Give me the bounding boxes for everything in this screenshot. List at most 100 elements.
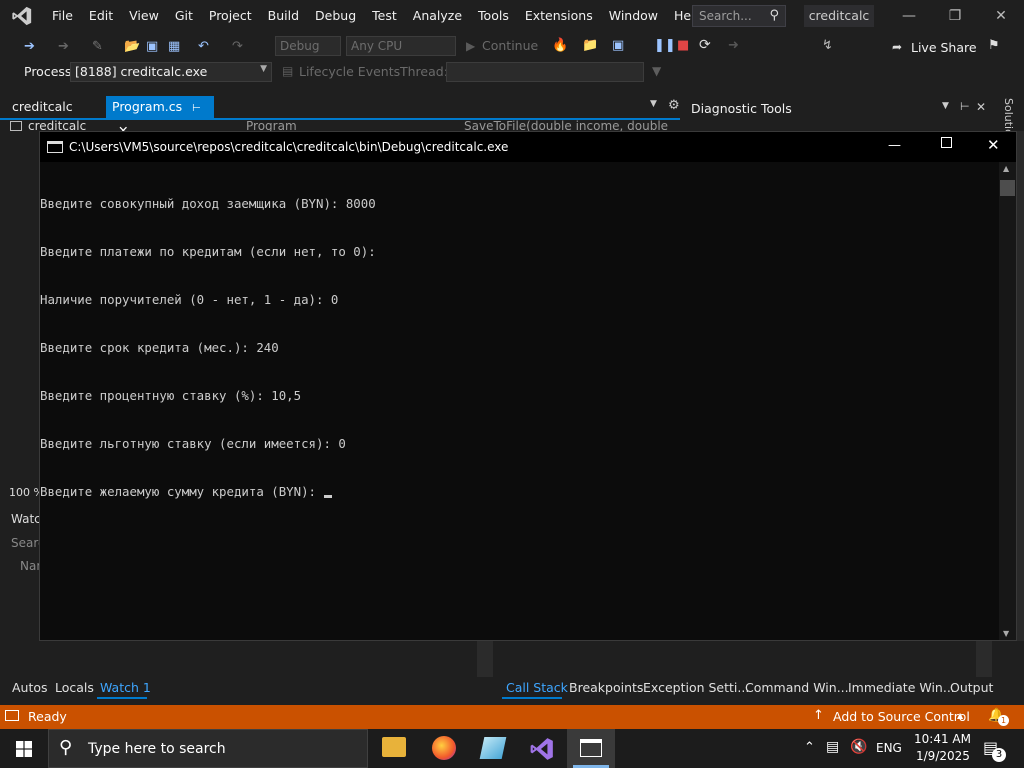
visual-studio-taskbar-icon[interactable] bbox=[529, 736, 555, 762]
pane-menu-icon[interactable]: ▼ bbox=[942, 101, 949, 111]
tab-call-stack[interactable]: Call Stack bbox=[506, 679, 568, 697]
chevron-up-icon[interactable]: ▲ bbox=[957, 711, 963, 720]
watch-search-input[interactable]: Search bbox=[11, 536, 39, 550]
tab-program-cs[interactable]: Program.cs ⊢ ✕ bbox=[106, 96, 214, 138]
browse-icon[interactable]: 📁 bbox=[582, 38, 598, 53]
live-share-button[interactable]: Live Share bbox=[911, 40, 977, 55]
notepad-app-icon[interactable] bbox=[479, 737, 507, 759]
save-all-icon[interactable]: ▦ bbox=[168, 38, 180, 56]
tab-creditcalc[interactable]: creditcalc bbox=[6, 96, 79, 118]
network-icon[interactable]: ▤ bbox=[826, 739, 839, 755]
menu-extensions[interactable]: Extensions bbox=[517, 0, 601, 32]
tray-overflow-icon[interactable]: ⌃ bbox=[804, 740, 815, 755]
pane-close-icon[interactable]: ✕ bbox=[976, 100, 986, 114]
volume-muted-icon[interactable]: 🔇 bbox=[850, 739, 867, 755]
restore-icon[interactable]: ❐ bbox=[932, 0, 978, 32]
close-icon[interactable]: ✕ bbox=[978, 0, 1024, 32]
restart-icon[interactable]: ⟳ bbox=[699, 37, 711, 53]
nav-project-dropdown[interactable]: creditcalc bbox=[28, 119, 86, 131]
console-line: Введите срок кредита (мес.): 240 bbox=[40, 340, 279, 355]
tab-output[interactable]: Output bbox=[950, 679, 993, 697]
comment-icon[interactable]: ↯ bbox=[822, 38, 833, 53]
console-maximize-icon[interactable] bbox=[941, 137, 952, 148]
lifecycle-events-button[interactable]: Lifecycle Events bbox=[299, 64, 400, 79]
settings-gear-icon[interactable]: ⚙ bbox=[668, 98, 680, 113]
menu-file[interactable]: File bbox=[44, 0, 81, 32]
continue-icon[interactable]: ▶ bbox=[466, 39, 475, 53]
add-to-source-control-button[interactable]: Add to Source Control bbox=[833, 709, 970, 724]
new-project-icon[interactable]: ✎ bbox=[92, 38, 103, 56]
clock-date[interactable]: 1/9/2025 bbox=[916, 749, 970, 763]
back-icon[interactable]: ➔ bbox=[24, 38, 35, 56]
pane-pin-icon[interactable]: ⊢ bbox=[960, 100, 970, 113]
minimize-icon[interactable]: — bbox=[886, 0, 932, 32]
solution-explorer-side-tab[interactable]: Solution bbox=[998, 96, 1024, 132]
menu-test[interactable]: Test bbox=[364, 0, 405, 32]
menu-window[interactable]: Window bbox=[601, 0, 666, 32]
app-window-icon[interactable]: ▣ bbox=[612, 38, 624, 53]
platform-select[interactable]: Any CPU bbox=[346, 36, 456, 56]
console-title-bar[interactable]: C:\Users\VM5\source\repos\creditcalc\cre… bbox=[40, 132, 1016, 162]
menu-build[interactable]: Build bbox=[260, 0, 307, 32]
scroll-down-icon[interactable]: ▼ bbox=[1003, 629, 1009, 638]
tab-list-icon[interactable]: ▼ bbox=[650, 99, 657, 109]
menu-git[interactable]: Git bbox=[167, 0, 201, 32]
configuration-value: Debug bbox=[280, 39, 320, 53]
visual-studio-logo-icon[interactable] bbox=[0, 0, 44, 32]
forward-icon[interactable]: ➔ bbox=[58, 38, 69, 56]
callstack-scrollbar[interactable] bbox=[976, 641, 992, 677]
nav-class-dropdown[interactable]: Program bbox=[246, 119, 297, 131]
process-select[interactable]: [8188] creditcalc.exe ▼ bbox=[70, 62, 272, 82]
console-line: Введите льготную ставку (если имеется): … bbox=[40, 436, 346, 451]
live-share-icon[interactable]: ➦ bbox=[892, 40, 902, 54]
solution-name-badge[interactable]: creditcalc bbox=[804, 5, 874, 27]
tab-locals[interactable]: Locals bbox=[55, 679, 94, 697]
taskbar-search-box[interactable]: ⚲ Type here to search bbox=[48, 729, 368, 768]
menu-tools[interactable]: Tools bbox=[470, 0, 517, 32]
console-taskbar-button[interactable] bbox=[567, 729, 615, 768]
open-folder-icon[interactable]: 📂 bbox=[124, 38, 140, 56]
search-input[interactable]: Search... ⚲ bbox=[692, 5, 786, 27]
tab-command-window[interactable]: Command Win... bbox=[745, 679, 849, 697]
menu-debug[interactable]: Debug bbox=[307, 0, 364, 32]
file-explorer-icon[interactable] bbox=[382, 737, 406, 757]
taskbar-search-placeholder: Type here to search bbox=[88, 741, 226, 757]
tab-autos[interactable]: Autos bbox=[12, 679, 48, 697]
stop-icon[interactable]: ■ bbox=[677, 38, 689, 53]
console-minimize-icon[interactable]: — bbox=[888, 138, 901, 153]
firefox-icon[interactable] bbox=[432, 736, 456, 760]
scroll-thumb[interactable] bbox=[1000, 180, 1015, 196]
pause-icon[interactable]: ❚❚ bbox=[654, 38, 676, 53]
console-input-line[interactable]: Введите желаемую сумму кредита (BYN): bbox=[40, 484, 1001, 500]
menu-project[interactable]: Project bbox=[201, 0, 260, 32]
undo-icon[interactable]: ↶ bbox=[198, 38, 209, 56]
nav-member-dropdown[interactable]: SaveToFile(double income, double bbox=[464, 119, 668, 131]
console-scrollbar[interactable]: ▲ ▼ bbox=[999, 162, 1016, 640]
tab-exception-settings[interactable]: Exception Setti... bbox=[643, 679, 749, 697]
console-close-icon[interactable]: ✕ bbox=[987, 136, 1000, 154]
step-over-icon[interactable]: ➜ bbox=[728, 38, 739, 53]
console-output[interactable]: Введите совокупный доход заемщика (BYN):… bbox=[40, 162, 1001, 640]
menu-view[interactable]: View bbox=[121, 0, 167, 32]
menu-analyze[interactable]: Analyze bbox=[405, 0, 470, 32]
continue-button[interactable]: Continue bbox=[482, 38, 538, 53]
hot-reload-icon[interactable]: 🔥 bbox=[552, 38, 568, 53]
configuration-select[interactable]: Debug bbox=[275, 36, 341, 56]
thread-select[interactable] bbox=[446, 62, 644, 82]
input-language[interactable]: ENG bbox=[876, 741, 902, 755]
status-output-icon[interactable] bbox=[5, 710, 19, 721]
tab-breakpoints[interactable]: Breakpoints bbox=[569, 679, 643, 697]
filter-icon[interactable]: ▼ bbox=[652, 64, 661, 78]
menu-edit[interactable]: Edit bbox=[81, 0, 121, 32]
redo-icon[interactable]: ↷ bbox=[232, 38, 243, 56]
save-icon[interactable]: ▣ bbox=[146, 38, 158, 56]
console-window[interactable]: C:\Users\VM5\source\repos\creditcalc\cre… bbox=[39, 131, 1017, 641]
pin-icon[interactable]: ⊢ bbox=[192, 103, 201, 114]
watch-scrollbar[interactable] bbox=[477, 641, 493, 677]
tab-immediate-window[interactable]: Immediate Win... bbox=[848, 679, 955, 697]
tab-watch-1[interactable]: Watch 1 bbox=[100, 679, 151, 697]
scroll-up-icon[interactable]: ▲ bbox=[1003, 164, 1009, 173]
feedback-icon[interactable]: ⚑ bbox=[988, 38, 1000, 53]
clock-time[interactable]: 10:41 AM bbox=[914, 732, 971, 746]
start-button[interactable] bbox=[0, 729, 48, 768]
